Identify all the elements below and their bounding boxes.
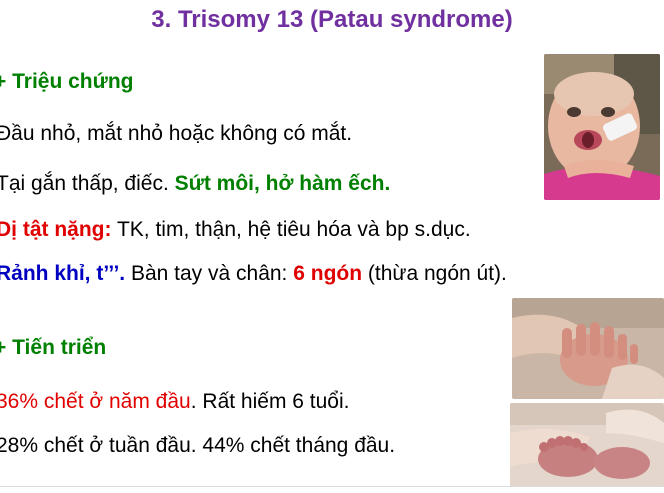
section-heading-progression: + Tiến triển (0, 336, 106, 360)
infant-face-photo (544, 54, 660, 200)
bullet-plus: + (0, 336, 7, 359)
progression-line-first-year: 36% chết ở năm đầu. Rất hiếm 6 tuổi. (0, 390, 349, 414)
section-heading-symptoms: + Triệu chứng (0, 70, 134, 94)
cleft-lip-text: Sứt môi, hở hàm ếch. (174, 172, 391, 195)
heading-symptoms-text: Triệu chứng (12, 70, 134, 93)
defects-label: Dị tật nặng: (0, 218, 112, 241)
ears-text: Tại gắn thấp, điếc. (0, 172, 175, 195)
extra-finger-text: (thừa ngón út). (362, 262, 507, 285)
simian-crease-label: Rảnh khỉ, t’’’. (0, 262, 126, 285)
bottom-divider (0, 486, 664, 487)
slide-title: 3. Trisomy 13 (Patau syndrome) (151, 6, 513, 33)
symptom-line-polydactyly: Rảnh khỉ, t’’’. Bàn tay và chân: 6 ngón … (0, 262, 507, 286)
symptom-line-head-eyes: Đầu nhỏ, mắt nhỏ hoặc không có mắt. (0, 122, 353, 145)
defects-text: TK, tim, thận, hệ tiêu hóa và bp s.dục. (111, 218, 471, 241)
progression-line-first-week: 28% chết ở tuần đầu. 44% chết tháng đầu. (0, 434, 396, 457)
hand-polydactyly-photo (512, 298, 664, 399)
bullet-plus: + (0, 70, 7, 93)
symptom-line-ears-lip: Tại gắn thấp, điếc. Sứt môi, hở hàm ếch. (0, 172, 390, 196)
hands-feet-text: Bàn tay và chân: (125, 262, 294, 285)
foot-polydactyly-photo (510, 403, 664, 487)
death-first-year-text: 36% chết ở năm đầu (0, 390, 191, 413)
symptom-line-defects: Dị tật nặng: TK, tim, thận, hệ tiêu hóa … (0, 218, 471, 242)
rare-six-years-text: . Rất hiếm 6 tuổi. (190, 390, 350, 413)
six-digits-text: 6 ngón (293, 262, 363, 285)
heading-progression-text: Tiến triển (12, 336, 107, 359)
